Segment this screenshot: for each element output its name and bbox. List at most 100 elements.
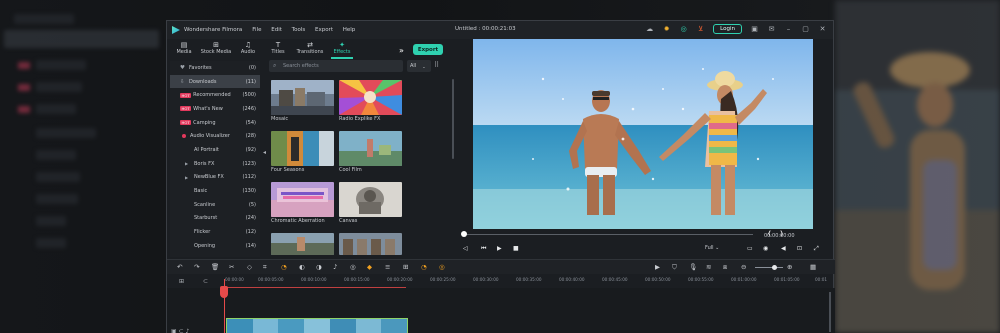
voiceover-icon[interactable]: ≋ [706, 263, 711, 271]
cart-icon[interactable]: ⊻ [696, 25, 705, 34]
tab-effects[interactable]: ✦ Effects [327, 39, 357, 59]
shield-icon[interactable]: ⛉ [672, 263, 677, 272]
stop-icon[interactable]: ■ [513, 245, 519, 252]
zoom-out-icon[interactable]: ⊖ [741, 263, 746, 271]
tab-audio[interactable]: ♫ Audio [233, 39, 263, 55]
render-icon[interactable]: ▶ [655, 263, 660, 271]
zoom-in-icon[interactable]: ⊕ [787, 263, 792, 271]
menu-help[interactable]: Help [343, 27, 356, 33]
effect-thumb-four-seasons[interactable] [271, 131, 334, 166]
split-screen-icon[interactable]: ⊞ [403, 263, 408, 271]
volume-icon[interactable]: ◀ [781, 245, 786, 252]
category-audio-visualizer[interactable]: Audio Visualizer (28) [170, 129, 260, 143]
timeline-vertical-scrollbar[interactable] [829, 292, 831, 332]
quality-select[interactable]: Full ⌄ [705, 245, 719, 251]
tab-titles[interactable]: T Titles [263, 39, 293, 55]
effect-thumb[interactable] [339, 233, 402, 255]
minimize-icon[interactable]: – [784, 25, 793, 34]
export-button[interactable]: Export [413, 44, 443, 55]
category-opening[interactable]: Opening (14) [170, 239, 260, 253]
category-count: (130) [242, 188, 256, 195]
video-clip[interactable] [226, 318, 408, 333]
fullscreen-icon[interactable]: ⤢ [814, 245, 819, 253]
grid-view-icon[interactable]: ⠿ [434, 61, 439, 69]
crop-icon[interactable]: ⊡ [797, 245, 802, 252]
preview-progress-knob[interactable] [461, 231, 467, 237]
snapshot-icon[interactable]: ◉ [763, 245, 768, 252]
effects-scrollbar[interactable] [452, 79, 454, 159]
add-track-icon[interactable]: ⊞ [179, 278, 184, 285]
display-icon[interactable]: ▭ [747, 245, 753, 252]
mail-icon[interactable]: ✉ [767, 25, 776, 34]
category-basic[interactable]: Basic (130) [170, 184, 260, 198]
bulb-icon[interactable]: ✹ [662, 25, 671, 34]
zoom-slider[interactable] [755, 267, 783, 268]
tab-media[interactable]: ▤ Media [169, 39, 199, 55]
category-starburst[interactable]: Starburst (24) [170, 212, 260, 226]
playhead-handle[interactable] [220, 286, 228, 298]
category-ai-portrait[interactable]: AI Portrait (92) [170, 143, 260, 157]
adjust-icon[interactable]: ≡ [385, 263, 390, 271]
skip-back-icon[interactable]: ◁ [463, 245, 468, 252]
snap-icon[interactable]: ⧈ [723, 263, 727, 272]
background-blur-left [0, 0, 165, 333]
menu-edit[interactable]: Edit [271, 27, 282, 33]
work-area-bar[interactable] [226, 287, 406, 288]
auto-highlight-icon[interactable]: ◔ [421, 263, 427, 271]
expand-arrow-icon[interactable]: ▶ [185, 161, 188, 166]
category-scanline[interactable]: Scanline (5) [170, 198, 260, 212]
category-label: What's New [193, 105, 223, 112]
save-icon[interactable]: ▣ [750, 25, 759, 34]
undo-icon[interactable]: ↶ [177, 263, 182, 271]
login-button[interactable]: Login [713, 24, 742, 34]
category-whats-new[interactable]: HOT What's New (246) [170, 102, 260, 116]
audio-adjust-icon[interactable]: ♪ [333, 263, 337, 271]
filter-select[interactable]: All ⌄ [407, 60, 431, 72]
delete-icon[interactable]: 🗑 [211, 263, 219, 271]
more-tabs-icon[interactable]: » [399, 46, 404, 55]
mic-icon[interactable]: 🎙 [689, 263, 697, 271]
category-camping[interactable]: HOT Camping (54) [170, 116, 260, 130]
tag-icon[interactable]: ◇ [247, 263, 252, 271]
effect-thumb[interactable] [271, 233, 334, 255]
preview-progress-bar[interactable] [463, 234, 753, 235]
zoom-slider-knob[interactable] [772, 265, 777, 270]
collapse-panel-icon[interactable]: ◂ [263, 149, 266, 156]
play-icon[interactable]: ▶ [497, 245, 502, 252]
menu-tools[interactable]: Tools [292, 27, 306, 33]
crop-tool-icon[interactable]: ⌗ [263, 263, 267, 272]
expand-arrow-icon[interactable]: ▶ [185, 175, 188, 180]
close-icon[interactable]: ✕ [818, 25, 827, 34]
category-boris-fx[interactable]: ▶ Boris FX (123) [170, 157, 260, 171]
effect-thumb-cool-film[interactable] [339, 131, 402, 166]
effect-thumb-mosaic[interactable] [271, 80, 334, 115]
tab-stock-media[interactable]: ⊞ Stock Media [199, 39, 233, 55]
panel-layout-icon[interactable]: ▦ [810, 263, 816, 271]
keyframe-icon[interactable]: ◆ [367, 263, 372, 271]
effect-thumb-canvas[interactable] [339, 182, 402, 217]
split-icon[interactable]: ✂ [229, 263, 234, 271]
headset-icon[interactable]: ◎ [679, 25, 688, 34]
menu-file[interactable]: File [252, 27, 261, 33]
menu-export[interactable]: Export [315, 27, 333, 33]
maximize-icon[interactable]: ▢ [801, 25, 810, 34]
effect-label: Mosaic [271, 116, 289, 122]
mask-icon[interactable]: ◑ [316, 263, 322, 271]
link-icon[interactable]: ⊂ [203, 278, 208, 285]
redo-icon[interactable]: ↷ [194, 263, 199, 271]
tab-transitions[interactable]: ⇄ Transitions [293, 39, 327, 55]
category-favorites[interactable]: ♥ Favorites (0) [170, 61, 260, 75]
category-recommended[interactable]: HOT Recommended (500) [170, 88, 260, 102]
step-back-icon[interactable]: ⏮ [481, 245, 486, 253]
effect-thumb-radio-explike-fx[interactable] [339, 80, 402, 115]
cloud-icon[interactable]: ☁ [645, 25, 654, 34]
silence-detect-icon[interactable]: ◎ [439, 263, 445, 271]
color-icon[interactable]: ◐ [299, 263, 305, 271]
category-flicker[interactable]: Flicker (12) [170, 225, 260, 239]
stabilize-icon[interactable]: ◎ [350, 263, 356, 271]
search-effects-input[interactable]: ⌕ Search effects [269, 60, 403, 72]
effect-thumb-chromatic-aberration[interactable] [271, 182, 334, 217]
speed-icon[interactable]: ◔ [281, 263, 287, 271]
category-downloads[interactable]: ⇩ Downloads (11) [170, 74, 260, 89]
category-newblue-fx[interactable]: ▶ NewBlue FX (112) [170, 171, 260, 185]
